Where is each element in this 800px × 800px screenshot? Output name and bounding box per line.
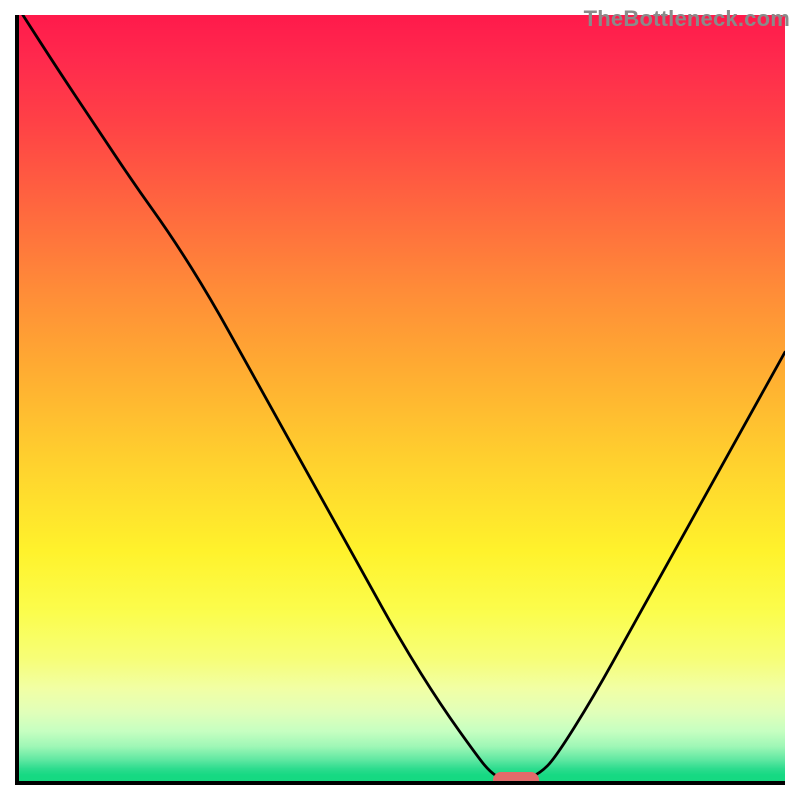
watermark-text: TheBottleneck.com [584, 6, 790, 32]
bottleneck-curve [23, 15, 785, 779]
optimal-range-marker [493, 772, 539, 785]
curve-svg [19, 15, 785, 781]
plot-area [15, 15, 785, 785]
chart-root: TheBottleneck.com [0, 0, 800, 800]
